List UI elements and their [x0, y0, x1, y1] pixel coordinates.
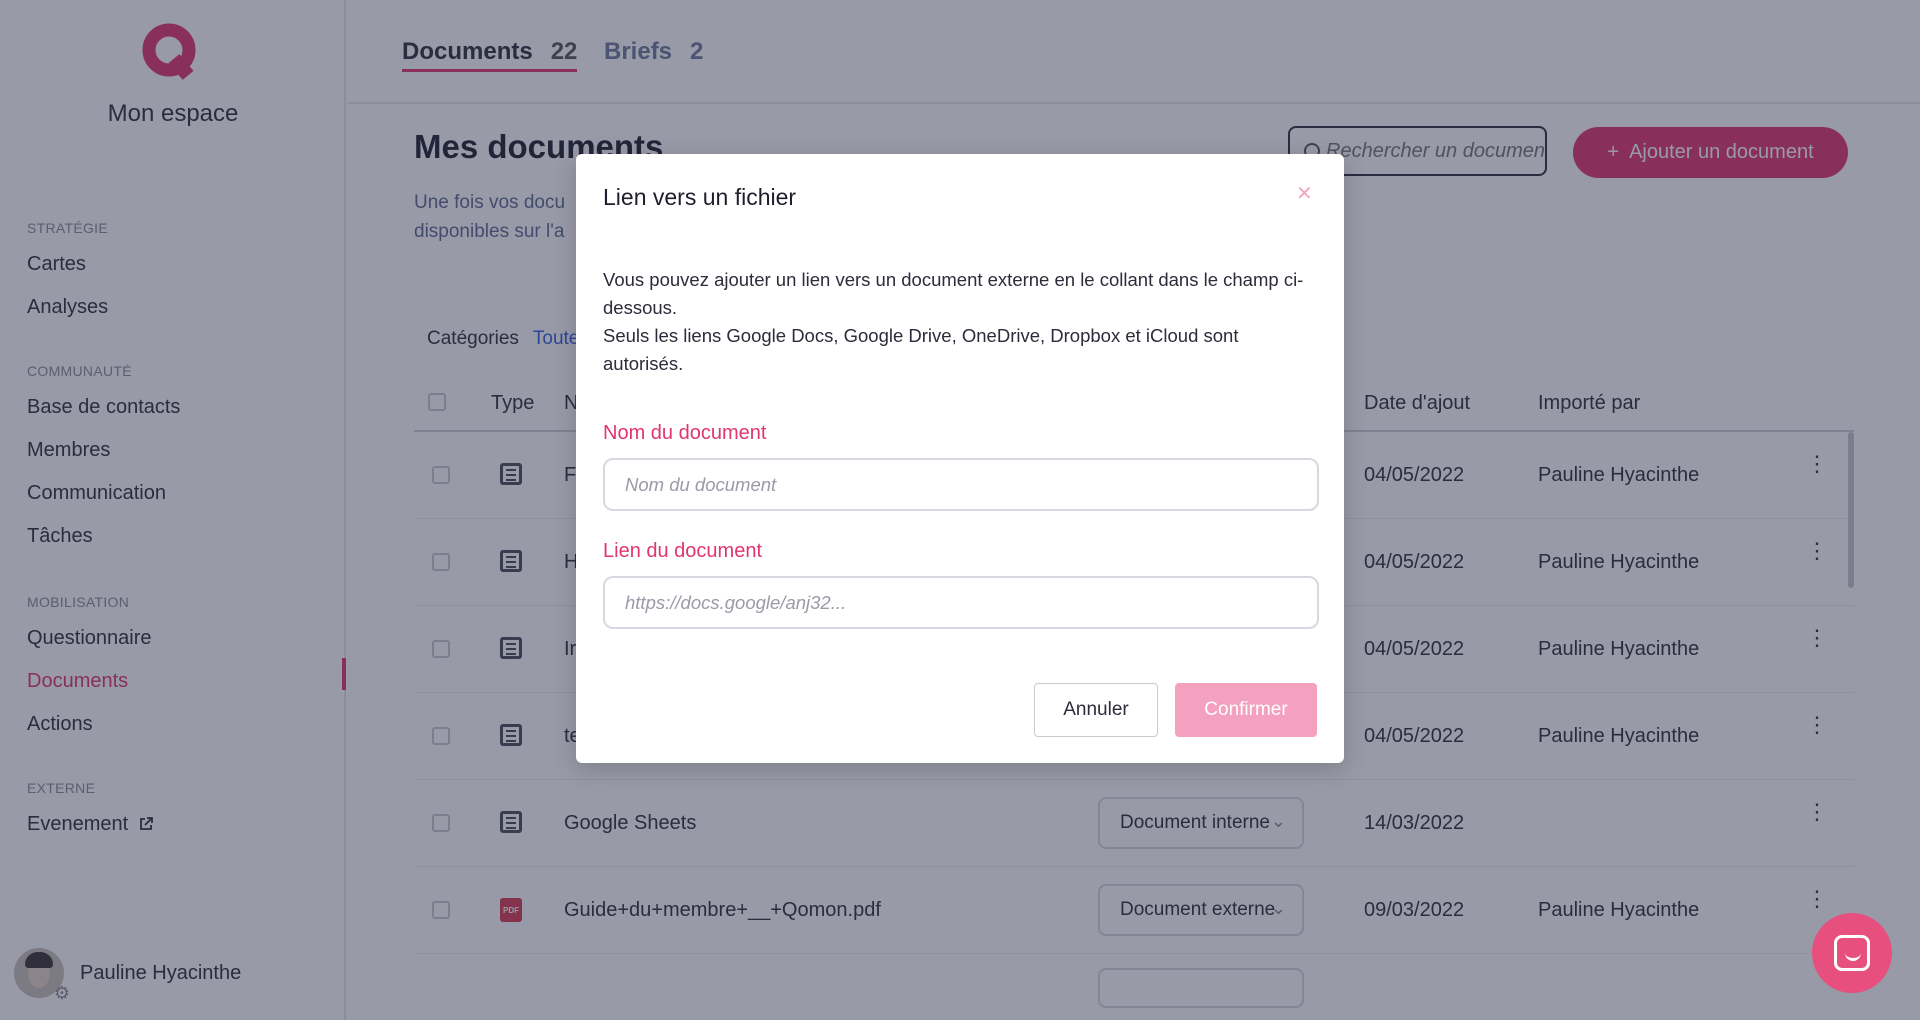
- confirm-button[interactable]: Confirmer: [1175, 683, 1317, 737]
- document-name-field[interactable]: [603, 458, 1319, 511]
- cancel-button[interactable]: Annuler: [1034, 683, 1158, 737]
- chat-button[interactable]: [1812, 913, 1892, 993]
- modal-text-line: Seuls les liens Google Docs, Google Driv…: [603, 325, 1239, 374]
- document-link-label: Lien du document: [603, 540, 763, 562]
- modal-text-line: Vous pouvez ajouter un lien vers un docu…: [603, 269, 1304, 318]
- modal-title: Lien vers un fichier: [603, 184, 797, 210]
- close-icon[interactable]: ✕: [1296, 184, 1313, 204]
- document-link-field[interactable]: [603, 576, 1319, 629]
- link-file-modal: Lien vers un fichier ✕ Vous pouvez ajout…: [576, 154, 1344, 763]
- modal-description: Vous pouvez ajouter un lien vers un docu…: [603, 266, 1319, 378]
- document-name-label: Nom du document: [603, 422, 767, 444]
- chat-icon: [1834, 935, 1870, 971]
